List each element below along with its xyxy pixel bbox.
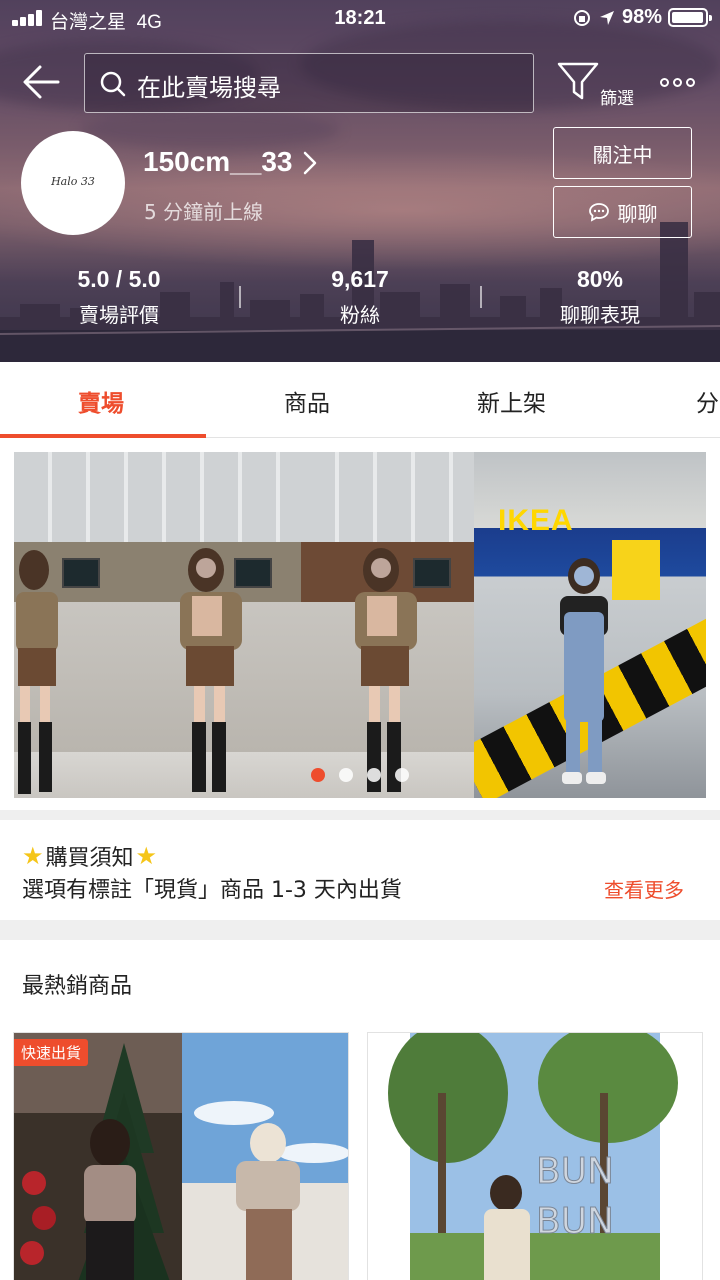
top-bar: 在此賣場搜尋 篩選 bbox=[0, 50, 720, 116]
stat-rating[interactable]: 5.0 / 5.0 賣場評價 bbox=[9, 266, 229, 328]
banner-photo bbox=[301, 452, 474, 798]
stat-value: 9,617 bbox=[331, 266, 389, 292]
follow-label: 關注中 bbox=[592, 142, 653, 167]
star-icon: ★ bbox=[22, 842, 44, 870]
shop-avatar[interactable]: Halo 33 bbox=[21, 131, 125, 235]
shop-tabs: 賣場 商品 新上架 分 bbox=[0, 362, 720, 438]
location-icon bbox=[599, 10, 614, 25]
carousel-dot[interactable] bbox=[339, 768, 353, 782]
purchase-notice: ★ 購買須知 ★ 選項有標註「現貨」商品 1-3 天內出貨 查看更多 bbox=[0, 820, 720, 920]
stat-label: 聊聊表現 bbox=[560, 303, 640, 327]
battery-icon bbox=[668, 8, 712, 27]
orientation-lock-icon bbox=[573, 9, 590, 26]
filter-button[interactable]: 篩選 bbox=[556, 60, 640, 116]
search-input[interactable]: 在此賣場搜尋 bbox=[84, 53, 534, 113]
arrow-left-icon bbox=[23, 65, 60, 99]
status-bar: 台灣之星 4G 18:21 98% bbox=[0, 0, 720, 38]
product-image: BUN BUN bbox=[368, 1033, 702, 1280]
shop-page: 台灣之星 4G 18:21 98% 在此賣場搜尋 篩選 Halo 33 150c… bbox=[0, 0, 720, 1280]
banner-carousel[interactable]: IKEA bbox=[14, 452, 706, 798]
shop-logo-signature: Halo 33 bbox=[51, 175, 95, 188]
stat-value: 5.0 / 5.0 bbox=[77, 266, 161, 292]
stat-value: 80% bbox=[576, 266, 624, 292]
section-title: 最熱銷商品 bbox=[22, 974, 133, 999]
stat-divider bbox=[480, 286, 482, 308]
notice-title: 購買須知 bbox=[45, 846, 134, 871]
tab-new-arrivals[interactable]: 新上架 bbox=[477, 384, 546, 418]
last-online-status: 5 分鐘前上線 bbox=[144, 200, 264, 224]
carousel-dot[interactable] bbox=[395, 768, 409, 782]
best-sellers-section: 最熱銷商品 快速出貨 BUN BUN bbox=[0, 940, 720, 1280]
banner-section: IKEA bbox=[0, 438, 720, 810]
fast-shipping-badge: 快速出貨 bbox=[14, 1039, 89, 1066]
search-icon bbox=[100, 71, 126, 97]
chat-button[interactable]: 聊聊 bbox=[553, 186, 692, 238]
more-icon bbox=[660, 78, 669, 87]
chat-label: 聊聊 bbox=[617, 201, 658, 226]
tab-categories[interactable]: 分 bbox=[696, 384, 719, 418]
search-placeholder: 在此賣場搜尋 bbox=[137, 74, 281, 102]
stat-label: 粉絲 bbox=[340, 303, 380, 327]
back-button[interactable] bbox=[20, 62, 64, 102]
svg-text:BUN: BUN bbox=[536, 1201, 614, 1242]
notice-title-row: ★ 購買須知 ★ bbox=[22, 840, 157, 872]
product-card[interactable]: 快速出貨 bbox=[13, 1032, 349, 1280]
carousel-dot[interactable] bbox=[311, 768, 325, 782]
star-icon: ★ bbox=[135, 842, 158, 870]
battery-percent: 98% bbox=[621, 6, 662, 28]
product-image bbox=[14, 1033, 348, 1280]
shop-stats: 5.0 / 5.0 賣場評價 9,617 粉絲 80% 聊聊表現 bbox=[0, 266, 720, 336]
stat-chat-performance[interactable]: 80% 聊聊表現 bbox=[490, 266, 710, 328]
chevron-right-icon[interactable] bbox=[302, 150, 318, 176]
stat-divider bbox=[239, 286, 241, 308]
notice-text: 選項有標註「現貨」商品 1-3 天內出貨 bbox=[22, 878, 402, 903]
carousel-indicator bbox=[311, 768, 409, 782]
banner-photo-ikea: IKEA bbox=[474, 452, 706, 798]
banner-photo bbox=[14, 452, 128, 798]
tab-products[interactable]: 商品 bbox=[284, 384, 330, 418]
carousel-dot[interactable] bbox=[367, 768, 381, 782]
tab-shop[interactable]: 賣場 bbox=[78, 384, 124, 418]
follow-button[interactable]: 關注中 bbox=[553, 127, 692, 179]
product-card[interactable]: BUN BUN bbox=[367, 1032, 703, 1280]
see-more-link[interactable]: 查看更多 bbox=[604, 874, 684, 903]
more-options-button[interactable] bbox=[660, 76, 698, 90]
store-sign: BUN bbox=[536, 1151, 614, 1192]
filter-label: 篩選 bbox=[600, 89, 634, 109]
stat-label: 賣場評價 bbox=[79, 303, 159, 327]
shop-name[interactable]: 150cm__33 bbox=[143, 146, 292, 178]
banner-photo bbox=[128, 452, 301, 798]
stat-followers[interactable]: 9,617 粉絲 bbox=[250, 266, 470, 328]
filter-icon bbox=[557, 62, 599, 100]
chat-bubble-icon bbox=[588, 203, 609, 222]
store-sign-text: IKEA bbox=[498, 504, 574, 537]
